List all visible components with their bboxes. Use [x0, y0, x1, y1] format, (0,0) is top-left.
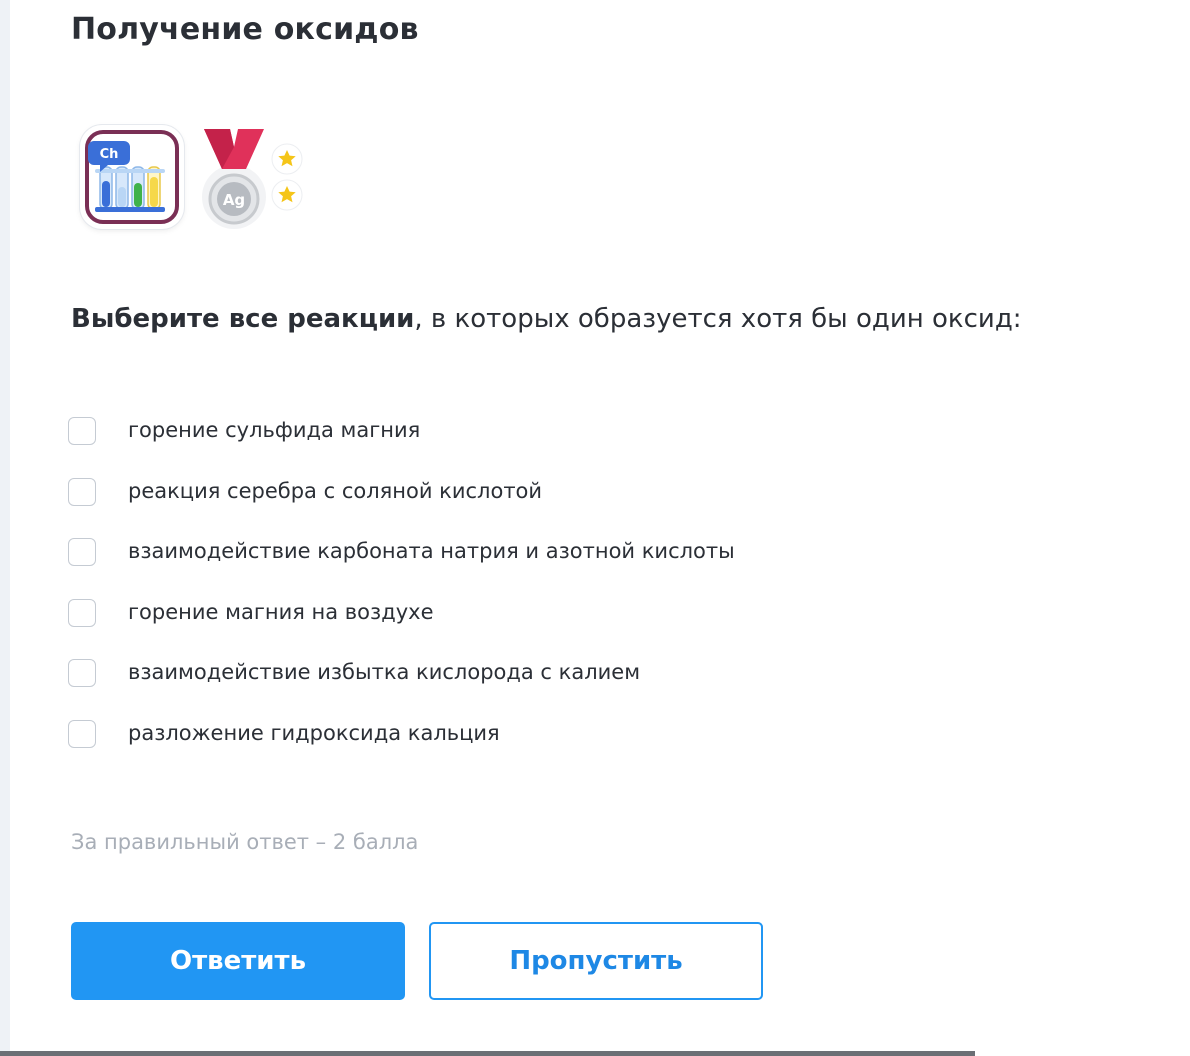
option-4[interactable]: горение магния на воздухе	[68, 596, 968, 657]
answer-button[interactable]: Ответить	[71, 922, 405, 1000]
question-rest: , в которых образуется хотя бы один окси…	[414, 304, 1022, 334]
checkbox[interactable]	[68, 477, 96, 506]
checkbox[interactable]	[68, 538, 96, 567]
score-note: За правильный ответ – 2 балла	[71, 830, 419, 854]
lab-badge-label: Ch	[100, 147, 119, 162]
option-label: реакция серебра с соляной кислотой	[128, 478, 543, 503]
horizontal-scrollbar[interactable]	[0, 1051, 975, 1056]
question-text: Выберите все реакции, в которых образует…	[71, 304, 1022, 334]
checkbox[interactable]	[68, 719, 96, 748]
left-rail	[0, 0, 10, 1056]
medal-badge-label: Ag	[223, 191, 245, 209]
chemistry-lab-icon: Ch	[80, 125, 184, 229]
skip-button[interactable]: Пропустить	[429, 922, 763, 1000]
option-label: взаимодействие карбоната натрия и азотно…	[128, 539, 735, 564]
option-label: взаимодействие избытка кислорода с калие…	[128, 660, 641, 685]
checkbox[interactable]	[68, 659, 96, 688]
silver-medal-icon: Ag	[198, 125, 308, 231]
option-label: разложение гидроксида кальция	[128, 720, 500, 745]
options-list: горение сульфида магния реакция серебра …	[68, 414, 968, 778]
star-icon	[271, 143, 303, 175]
option-3[interactable]: взаимодействие карбоната натрия и азотно…	[68, 535, 968, 596]
page-title: Получение оксидов	[71, 12, 419, 47]
checkbox[interactable]	[68, 598, 96, 627]
option-5[interactable]: взаимодействие избытка кислорода с калие…	[68, 656, 968, 717]
option-6[interactable]: разложение гидроксида кальция	[68, 717, 968, 778]
question-bold: Выберите все реакции	[71, 304, 415, 334]
checkbox[interactable]	[68, 417, 96, 445]
option-label: горение магния на воздухе	[128, 599, 434, 624]
option-1[interactable]: горение сульфида магния	[68, 414, 968, 475]
option-label: горение сульфида магния	[128, 418, 421, 442]
option-2[interactable]: реакция серебра с соляной кислотой	[68, 475, 968, 536]
star-icon	[271, 179, 303, 211]
page: Получение оксидов Ch Ag Выберите все реа…	[0, 0, 1190, 1056]
